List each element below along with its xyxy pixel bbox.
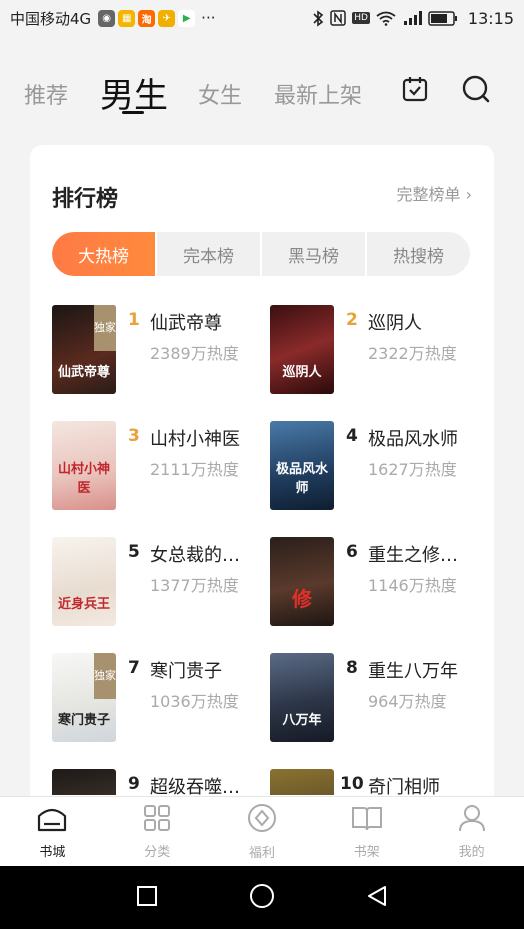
book-cover: 山村小神医 <box>52 421 116 510</box>
carrier-label: 中国移动4G <box>10 9 92 28</box>
search-icon[interactable] <box>461 74 491 104</box>
book-title: 山村小神医 <box>150 429 240 450</box>
segment-hot-search[interactable]: 热搜榜 <box>365 232 470 276</box>
book-title: 女总裁的… <box>150 545 240 566</box>
bookstore-icon <box>36 803 68 837</box>
rank-number: 2 <box>346 310 358 330</box>
taobao-app-icon: 淘 <box>138 9 156 27</box>
book-title: 重生八万年 <box>368 661 458 682</box>
welfare-icon <box>246 802 278 838</box>
tab-recommend[interactable]: 推荐 <box>24 78 68 110</box>
book-cover: 极品风水师 <box>270 421 334 510</box>
rank-number: 8 <box>346 658 358 678</box>
profile-icon <box>457 803 487 837</box>
ranking-card: 排行榜 完整榜单 › 大热榜 完本榜 黑马榜 热搜榜 仙武帝尊 独家 1 仙武帝… <box>30 145 494 845</box>
book-title: 极品风水师 <box>368 429 458 450</box>
heat-count: 2322万热度 <box>368 344 457 363</box>
rank-number: 4 <box>346 426 358 446</box>
list-item[interactable]: 极品风水师 4 极品风水师 1627万热度 <box>270 421 490 511</box>
rank-number: 5 <box>128 542 140 562</box>
heat-count: 1146万热度 <box>368 576 457 595</box>
system-nav-bar <box>0 866 524 929</box>
nav-bookshelf[interactable]: 书架 <box>314 797 419 866</box>
signal-icon <box>402 10 422 26</box>
hd-icon: HD <box>352 12 370 24</box>
segment-hot[interactable]: 大热榜 <box>52 232 155 276</box>
nav-welfare[interactable]: 福利 <box>210 797 315 866</box>
battery-icon <box>428 10 458 26</box>
nfc-icon <box>330 10 346 26</box>
ranking-segment-control: 大热榜 完本榜 黑马榜 热搜榜 <box>52 232 470 276</box>
list-item[interactable]: 10 奇门相师 <box>270 769 490 795</box>
exclusive-badge: 独家 <box>94 653 116 699</box>
list-item[interactable]: 寒门贵子 独家 7 寒门贵子 1036万热度 <box>52 653 272 743</box>
bottom-nav: 书城 分类 福利 书架 我的 <box>0 796 524 866</box>
game-app-icon: ◉ <box>98 9 116 27</box>
rank-number: 3 <box>128 426 140 446</box>
list-item[interactable]: 仙武帝尊 独家 1 仙武帝尊 2389万热度 <box>52 305 272 395</box>
book-cover: 修 <box>270 537 334 626</box>
back-icon[interactable] <box>365 884 389 912</box>
book-cover: 仙武帝尊 独家 <box>52 305 116 394</box>
play-app-icon: ▶ <box>178 9 196 27</box>
book-title: 仙武帝尊 <box>150 313 222 334</box>
heat-count: 2111万热度 <box>150 460 239 479</box>
book-cover: 巡阴人 <box>270 305 334 394</box>
heat-count: 964万热度 <box>368 692 447 711</box>
active-tab-indicator <box>122 111 144 114</box>
heat-count: 2389万热度 <box>150 344 239 363</box>
nav-category[interactable]: 分类 <box>105 797 210 866</box>
bookshelf-icon <box>350 803 384 837</box>
book-title: 奇门相师 <box>368 777 440 795</box>
heat-count: 1036万热度 <box>150 692 239 711</box>
ranking-title: 排行榜 <box>52 187 119 212</box>
book-cover <box>52 769 116 795</box>
book-cover: 近身兵王 <box>52 537 116 626</box>
tab-new-arrivals[interactable]: 最新上架 <box>274 78 362 110</box>
top-tab-bar: 推荐 男生 女生 最新上架 <box>0 60 524 120</box>
recent-apps-icon[interactable] <box>135 884 159 912</box>
book-title: 超级吞噬… <box>150 777 240 795</box>
category-icon <box>142 803 172 837</box>
checkin-calendar-icon[interactable] <box>400 74 430 104</box>
rank-number: 9 <box>128 774 140 794</box>
book-title: 重生之修… <box>368 545 458 566</box>
list-item[interactable]: 巡阴人 2 巡阴人 2322万热度 <box>270 305 490 395</box>
book-cover: 寒门贵子 独家 <box>52 653 116 742</box>
segment-completed[interactable]: 完本榜 <box>155 232 260 276</box>
book-cover: 八万年 <box>270 653 334 742</box>
nav-profile[interactable]: 我的 <box>419 797 524 866</box>
full-ranking-link[interactable]: 完整榜单 › <box>397 181 473 205</box>
heat-count: 1377万热度 <box>150 576 239 595</box>
book-title: 寒门贵子 <box>150 661 222 682</box>
rank-number: 1 <box>128 310 140 330</box>
wifi-icon <box>376 11 396 26</box>
heat-count: 1627万热度 <box>368 460 457 479</box>
rank-number: 6 <box>346 542 358 562</box>
segment-dark-horse[interactable]: 黑马榜 <box>260 232 365 276</box>
home-icon[interactable] <box>249 883 275 913</box>
list-item[interactable]: 9 超级吞噬… <box>52 769 272 795</box>
tab-male[interactable]: 男生 <box>100 68 168 117</box>
notes-app-icon: ▦ <box>118 9 136 27</box>
nav-bookstore[interactable]: 书城 <box>0 797 105 866</box>
book-title: 巡阴人 <box>368 313 422 334</box>
book-cover <box>270 769 334 795</box>
tab-female[interactable]: 女生 <box>198 78 242 110</box>
delivery-app-icon: ✈ <box>158 9 176 27</box>
list-item[interactable]: 八万年 8 重生八万年 964万热度 <box>270 653 490 743</box>
more-notifications-icon: ··· <box>201 9 216 27</box>
list-item[interactable]: 修 6 重生之修… 1146万热度 <box>270 537 490 627</box>
clock: 13:15 <box>467 8 514 28</box>
rank-number: 10 <box>340 774 364 794</box>
status-bar: 中国移动4G ◉ ▦ 淘 ✈ ▶ ··· HD 13:15 <box>0 0 524 36</box>
list-item[interactable]: 近身兵王 5 女总裁的… 1377万热度 <box>52 537 272 627</box>
list-item[interactable]: 山村小神医 3 山村小神医 2111万热度 <box>52 421 272 511</box>
rank-number: 7 <box>128 658 140 678</box>
bluetooth-icon <box>312 9 324 27</box>
exclusive-badge: 独家 <box>94 305 116 351</box>
